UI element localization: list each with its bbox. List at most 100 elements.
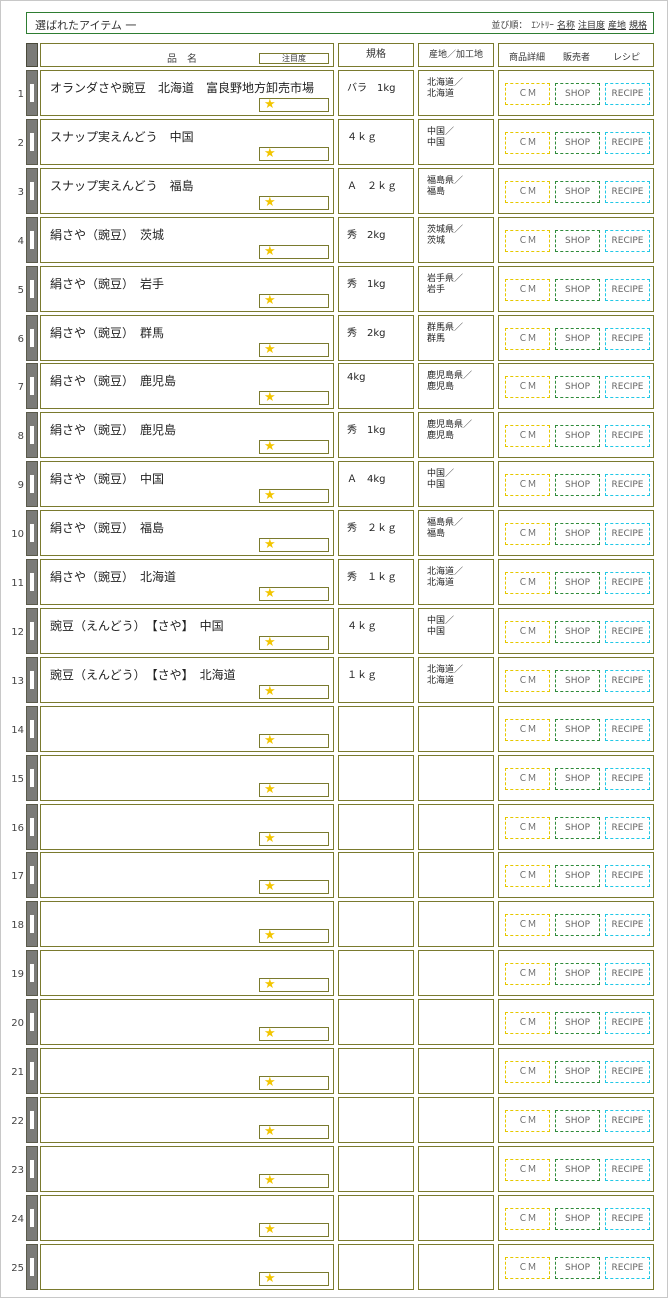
sort-notice-link[interactable]: 注目度 [578, 21, 605, 31]
recipe-button[interactable]: RECIPE [605, 816, 650, 839]
notice-rating[interactable]: ★ [259, 244, 329, 259]
shop-button[interactable]: SHOP [555, 1012, 600, 1035]
notice-rating[interactable]: ★ [259, 1222, 329, 1237]
recipe-button[interactable]: RECIPE [605, 523, 650, 546]
shop-button[interactable]: SHOP [555, 816, 600, 839]
recipe-button[interactable]: RECIPE [605, 83, 650, 105]
cm-button[interactable]: ＣＭ [505, 425, 550, 448]
notice-rating[interactable]: ★ [259, 391, 329, 406]
notice-rating[interactable]: ★ [259, 782, 329, 797]
cm-button[interactable]: ＣＭ [505, 718, 550, 741]
shop-button[interactable]: SHOP [555, 327, 600, 350]
recipe-button[interactable]: RECIPE [605, 131, 650, 154]
notice-rating[interactable]: ★ [259, 684, 329, 699]
cm-button[interactable]: ＣＭ [505, 131, 550, 154]
recipe-button[interactable]: RECIPE [605, 620, 650, 643]
recipe-button[interactable]: RECIPE [605, 963, 650, 986]
notice-rating[interactable]: ★ [259, 1271, 329, 1286]
recipe-button[interactable]: RECIPE [605, 425, 650, 448]
shop-button[interactable]: SHOP [555, 914, 600, 937]
row-handle[interactable] [26, 901, 38, 948]
cm-button[interactable]: ＣＭ [505, 1158, 550, 1181]
shop-button[interactable]: SHOP [555, 1109, 600, 1132]
row-handle[interactable] [26, 803, 38, 850]
cm-button[interactable]: ＣＭ [505, 1061, 550, 1083]
notice-rating[interactable]: ★ [259, 929, 329, 944]
cm-button[interactable]: ＣＭ [505, 767, 550, 790]
shop-button[interactable]: SHOP [555, 523, 600, 546]
row-handle[interactable] [26, 950, 38, 997]
shop-button[interactable]: SHOP [555, 229, 600, 252]
cm-button[interactable]: ＣＭ [505, 914, 550, 937]
row-handle[interactable] [26, 1048, 38, 1094]
notice-rating[interactable]: ★ [259, 1076, 329, 1090]
recipe-button[interactable]: RECIPE [605, 376, 650, 399]
cm-button[interactable]: ＣＭ [505, 1109, 550, 1132]
row-handle[interactable] [26, 510, 38, 557]
recipe-button[interactable]: RECIPE [605, 1061, 650, 1083]
cm-button[interactable]: ＣＭ [505, 180, 550, 203]
recipe-button[interactable]: RECIPE [605, 718, 650, 741]
recipe-button[interactable]: RECIPE [605, 1207, 650, 1230]
notice-rating[interactable]: ★ [259, 146, 329, 161]
notice-rating[interactable]: ★ [259, 733, 329, 748]
shop-button[interactable]: SHOP [555, 620, 600, 643]
recipe-button[interactable]: RECIPE [605, 914, 650, 937]
recipe-button[interactable]: RECIPE [605, 1158, 650, 1181]
row-handle[interactable] [26, 754, 38, 801]
row-handle[interactable] [26, 412, 38, 459]
row-handle[interactable] [26, 314, 38, 361]
cm-button[interactable]: ＣＭ [505, 1207, 550, 1230]
row-handle[interactable] [26, 1096, 38, 1143]
row-handle[interactable] [26, 70, 38, 116]
cm-button[interactable]: ＣＭ [505, 816, 550, 839]
cm-button[interactable]: ＣＭ [505, 865, 550, 888]
shop-button[interactable]: SHOP [555, 1061, 600, 1083]
cm-button[interactable]: ＣＭ [505, 620, 550, 643]
row-handle[interactable] [26, 1194, 38, 1241]
shop-button[interactable]: SHOP [555, 1158, 600, 1181]
shop-button[interactable]: SHOP [555, 278, 600, 301]
recipe-button[interactable]: RECIPE [605, 865, 650, 888]
cm-button[interactable]: ＣＭ [505, 229, 550, 252]
cm-button[interactable]: ＣＭ [505, 523, 550, 546]
shop-button[interactable]: SHOP [555, 425, 600, 448]
row-handle[interactable] [26, 461, 38, 508]
shop-button[interactable]: SHOP [555, 83, 600, 105]
sort-entry-link[interactable]: ｴﾝﾄﾘｰ [531, 21, 554, 31]
shop-button[interactable]: SHOP [555, 669, 600, 692]
recipe-button[interactable]: RECIPE [605, 180, 650, 203]
row-handle[interactable] [26, 607, 38, 654]
recipe-button[interactable]: RECIPE [605, 327, 650, 350]
cm-button[interactable]: ＣＭ [505, 327, 550, 350]
notice-rating[interactable]: ★ [259, 98, 329, 112]
recipe-button[interactable]: RECIPE [605, 767, 650, 790]
row-handle[interactable] [26, 265, 38, 312]
shop-button[interactable]: SHOP [555, 572, 600, 594]
recipe-button[interactable]: RECIPE [605, 278, 650, 301]
row-handle[interactable] [26, 216, 38, 263]
row-handle[interactable] [26, 705, 38, 752]
cm-button[interactable]: ＣＭ [505, 376, 550, 399]
cm-button[interactable]: ＣＭ [505, 669, 550, 692]
notice-rating[interactable]: ★ [259, 342, 329, 357]
recipe-button[interactable]: RECIPE [605, 572, 650, 594]
recipe-button[interactable]: RECIPE [605, 1256, 650, 1279]
row-handle[interactable] [26, 852, 38, 899]
shop-button[interactable]: SHOP [555, 963, 600, 986]
notice-rating[interactable]: ★ [259, 978, 329, 993]
shop-button[interactable]: SHOP [555, 180, 600, 203]
shop-button[interactable]: SHOP [555, 718, 600, 741]
notice-rating[interactable]: ★ [259, 831, 329, 846]
row-handle[interactable] [26, 656, 38, 703]
row-handle[interactable] [26, 999, 38, 1046]
row-handle[interactable] [26, 363, 38, 410]
notice-rating[interactable]: ★ [259, 635, 329, 650]
shop-button[interactable]: SHOP [555, 131, 600, 154]
notice-rating[interactable]: ★ [259, 293, 329, 308]
notice-rating[interactable]: ★ [259, 1027, 329, 1042]
shop-button[interactable]: SHOP [555, 474, 600, 497]
cm-button[interactable]: ＣＭ [505, 963, 550, 986]
notice-rating[interactable]: ★ [259, 1173, 329, 1188]
shop-button[interactable]: SHOP [555, 767, 600, 790]
